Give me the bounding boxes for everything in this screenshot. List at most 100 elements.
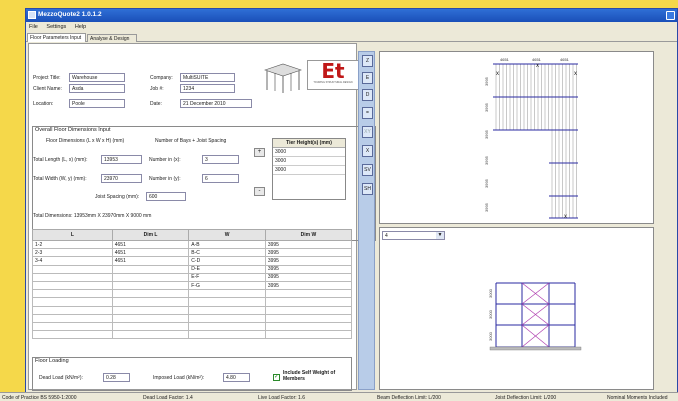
table-cell[interactable]: [188, 305, 266, 315]
ny-input[interactable]: 6: [202, 174, 239, 183]
table-cell[interactable]: [264, 305, 353, 315]
add-tier-button[interactable]: +: [254, 148, 265, 157]
table-cell[interactable]: [188, 321, 266, 332]
table-row[interactable]: 3-4 4651 C-D 3995: [32, 256, 353, 266]
table-cell[interactable]: [32, 289, 113, 299]
table-cell[interactable]: 1-2: [32, 239, 113, 250]
table-cell[interactable]: [32, 280, 113, 291]
nx-input[interactable]: 3: [202, 155, 239, 164]
table-row[interactable]: 1-2 4651 A-B 3995: [32, 239, 353, 250]
joist-input[interactable]: 600: [146, 192, 186, 201]
table-cell[interactable]: 4651: [111, 256, 190, 266]
table-cell[interactable]: 4651: [111, 248, 190, 258]
table-row[interactable]: [32, 289, 353, 299]
menu-bar: File Settings Help: [26, 22, 677, 32]
table-cell[interactable]: [111, 330, 190, 340]
menu-help[interactable]: Help: [75, 24, 86, 30]
table-row[interactable]: D-E 3995: [32, 264, 353, 274]
job-input[interactable]: 1234: [180, 84, 235, 93]
table-row[interactable]: [32, 313, 353, 323]
table-cell[interactable]: 4651: [111, 239, 190, 250]
table-cell[interactable]: [188, 297, 266, 307]
table-cell[interactable]: [111, 272, 190, 282]
table-cell[interactable]: E-F: [188, 272, 266, 282]
zoom-button[interactable]: Z: [362, 55, 373, 67]
location-input[interactable]: Poole: [69, 99, 125, 108]
self-weight-checkbox[interactable]: ✓: [273, 374, 280, 381]
table-row[interactable]: 2-3 4651 B-C 3995: [32, 248, 353, 258]
tier-heights-list[interactable]: Tier Height(s) (mm) 3000 3000 3000: [272, 138, 346, 200]
table-cell[interactable]: [32, 330, 113, 340]
extents-button[interactable]: E: [362, 72, 373, 84]
table-cell[interactable]: A-B: [188, 239, 266, 250]
client-name-input[interactable]: Asda: [69, 84, 125, 93]
table-cell[interactable]: [188, 330, 266, 340]
table-cell[interactable]: B-C: [188, 248, 266, 258]
elevation-view[interactable]: 4 ▼ 3000 3000 3000: [379, 227, 654, 390]
table-cell[interactable]: [32, 305, 113, 315]
table-row[interactable]: [32, 305, 353, 315]
table-row[interactable]: E-F 3995: [32, 272, 353, 282]
table-cell[interactable]: 2-3: [32, 248, 113, 258]
table-cell[interactable]: [111, 297, 190, 307]
table-cell[interactable]: [111, 313, 190, 323]
table-cell[interactable]: 3-4: [32, 256, 113, 266]
table-cell[interactable]: [32, 321, 113, 332]
project-title-input[interactable]: Warehouse: [69, 73, 125, 82]
table-cell[interactable]: [264, 330, 353, 340]
remove-tier-button[interactable]: -: [254, 187, 265, 196]
tier-row[interactable]: 3000: [273, 148, 345, 157]
table-cell[interactable]: 3995: [264, 239, 353, 250]
table-cell[interactable]: [32, 313, 113, 323]
table-cell[interactable]: D-E: [188, 264, 266, 274]
sh-view-button[interactable]: SH: [362, 183, 373, 195]
table-cell[interactable]: 3995: [264, 256, 353, 266]
width-input[interactable]: 23970: [101, 174, 142, 183]
dimensions-button[interactable]: D: [362, 89, 373, 101]
xy-view-button[interactable]: XY: [362, 126, 373, 138]
table-cell[interactable]: [188, 289, 266, 299]
table-cell[interactable]: [32, 272, 113, 282]
table-cell[interactable]: [32, 297, 113, 307]
table-cell[interactable]: 3995: [264, 264, 353, 274]
menu-settings[interactable]: Settings: [46, 24, 66, 30]
table-cell[interactable]: 3995: [264, 248, 353, 258]
equal-button[interactable]: =: [362, 107, 373, 119]
table-cell[interactable]: [32, 264, 113, 274]
table-cell[interactable]: C-D: [188, 256, 266, 266]
date-input[interactable]: 21 December 2010: [180, 99, 252, 108]
table-cell[interactable]: [264, 313, 353, 323]
table-cell[interactable]: [264, 321, 353, 332]
x-view-button[interactable]: X: [362, 145, 373, 157]
tab-analyse-design[interactable]: Analyse & Design: [87, 34, 137, 42]
chevron-down-icon[interactable]: ▼: [436, 232, 444, 239]
tier-row[interactable]: 3000: [273, 157, 345, 166]
company-input[interactable]: MultiSUITE: [180, 73, 235, 82]
table-row[interactable]: [32, 297, 353, 307]
plan-dim-top: 4651: [500, 57, 510, 62]
table-cell[interactable]: [188, 313, 266, 323]
grid-line-select[interactable]: 4 ▼: [382, 231, 445, 240]
length-input[interactable]: 13953: [101, 155, 142, 164]
table-cell[interactable]: 3995: [264, 272, 353, 282]
table-cell[interactable]: 3995: [264, 280, 353, 291]
table-cell[interactable]: [111, 321, 190, 332]
minimize-button[interactable]: [666, 11, 675, 20]
plan-view[interactable]: 4651 4651 4651 x x x x 3995 3995 3995 39…: [379, 51, 654, 224]
table-cell[interactable]: [111, 264, 190, 274]
table-cell[interactable]: F-G: [188, 280, 266, 291]
menu-file[interactable]: File: [29, 24, 38, 30]
tab-floor-parameters[interactable]: Floor Parameters Input: [27, 33, 86, 42]
table-row[interactable]: F-G 3995: [32, 280, 353, 291]
table-cell[interactable]: [111, 280, 190, 291]
imposed-load-input[interactable]: 4.80: [223, 373, 250, 382]
dead-load-input[interactable]: 0.28: [103, 373, 130, 382]
table-cell[interactable]: [264, 297, 353, 307]
table-row[interactable]: [32, 330, 353, 340]
table-cell[interactable]: [264, 289, 353, 299]
table-cell[interactable]: [111, 289, 190, 299]
sv-view-button[interactable]: SV: [362, 164, 373, 176]
table-row[interactable]: [32, 321, 353, 332]
tier-row[interactable]: 3000: [273, 166, 345, 175]
table-cell[interactable]: [111, 305, 190, 315]
